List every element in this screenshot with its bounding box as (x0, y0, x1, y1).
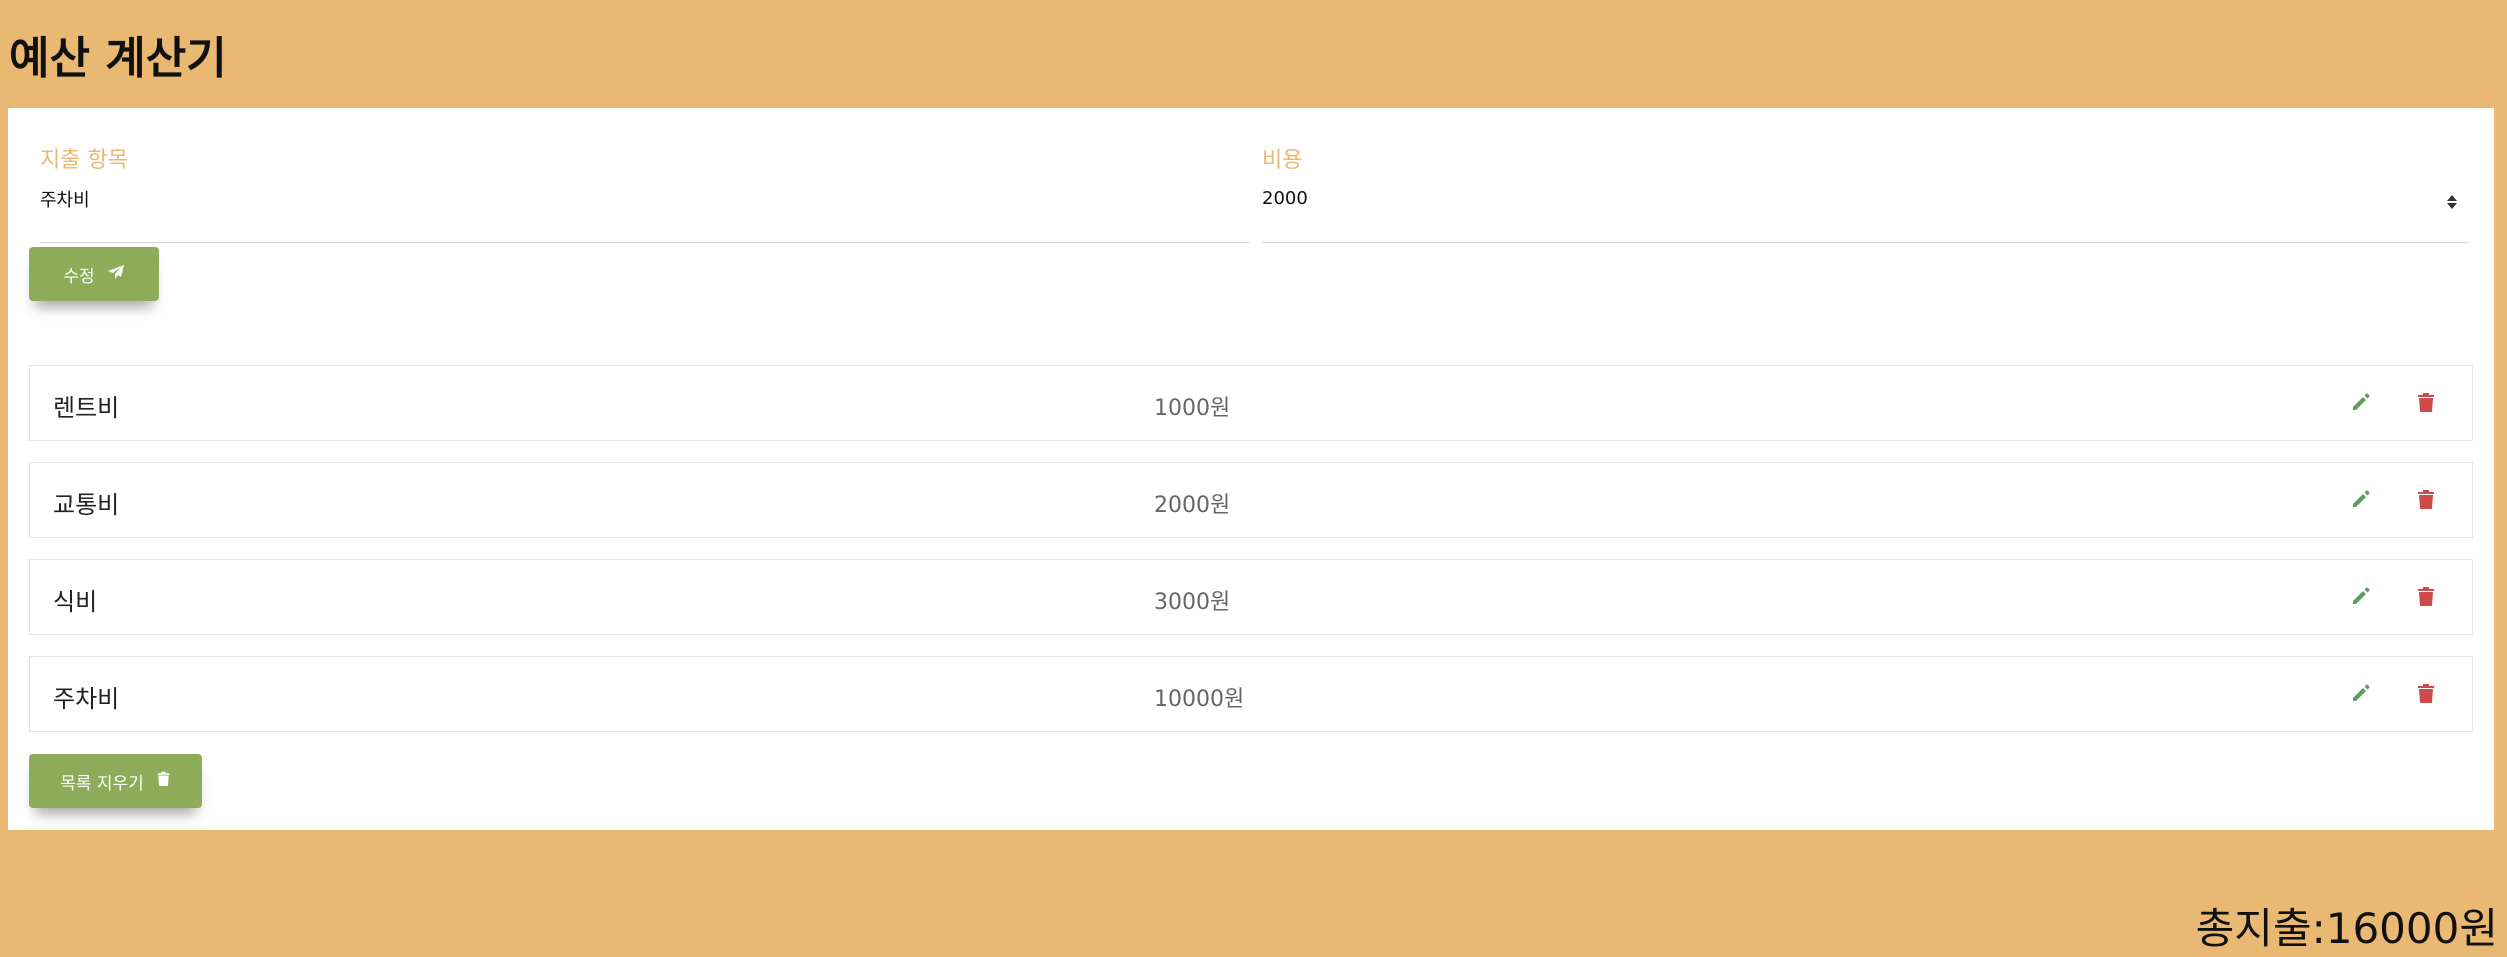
cost-spinner[interactable] (2445, 191, 2459, 213)
expense-name: 식비 (53, 588, 98, 616)
delete-item-button[interactable] (2410, 582, 2442, 614)
trash-icon (2416, 682, 2436, 708)
expense-amount: 3000원 (1154, 590, 1231, 615)
expense-list: 렌트비 1000원 교통비 2000원 식비 3000원 주차비 10000원 (29, 365, 2473, 753)
delete-item-button[interactable] (2410, 388, 2442, 420)
edit-item-button[interactable] (2345, 388, 2377, 420)
trash-icon (2416, 391, 2436, 417)
expense-name: 렌트비 (53, 394, 120, 422)
spinner-up-icon[interactable] (2447, 195, 2457, 201)
edit-item-button[interactable] (2345, 485, 2377, 517)
expense-amount: 2000원 (1154, 493, 1231, 518)
total-expense: 총지출:16000원 (2195, 904, 2498, 953)
expense-name: 주차비 (53, 685, 120, 713)
expense-input[interactable] (40, 183, 1249, 243)
expense-field-label: 지출 항목 (40, 148, 128, 173)
edit-item-button[interactable] (2345, 679, 2377, 711)
paper-plane-icon (107, 264, 125, 285)
cost-input[interactable] (1262, 183, 2469, 243)
spinner-down-icon[interactable] (2447, 203, 2457, 209)
expense-list-item: 주차비 10000원 (29, 656, 2473, 732)
pencil-icon (2350, 488, 2372, 514)
delete-item-button[interactable] (2410, 485, 2442, 517)
cost-field-label: 비용 (1262, 148, 1303, 173)
app-title: 예산 계산기 (9, 33, 227, 84)
expense-list-item: 교통비 2000원 (29, 462, 2473, 538)
pencil-icon (2350, 391, 2372, 417)
clear-list-label: 목록 지우기 (60, 773, 144, 794)
submit-edit-button[interactable]: 수정 (29, 247, 159, 301)
submit-edit-label: 수정 (63, 266, 95, 287)
trash-icon (2416, 585, 2436, 611)
budget-panel: 지출 항목 비용 수정 렌트비 1000원 (8, 108, 2494, 830)
expense-amount: 10000원 (1154, 687, 1245, 712)
expense-amount: 1000원 (1154, 396, 1231, 421)
trash-icon (156, 770, 171, 792)
expense-list-item: 식비 3000원 (29, 559, 2473, 635)
trash-icon (2416, 488, 2436, 514)
pencil-icon (2350, 585, 2372, 611)
clear-list-button[interactable]: 목록 지우기 (29, 754, 202, 808)
delete-item-button[interactable] (2410, 679, 2442, 711)
pencil-icon (2350, 682, 2372, 708)
expense-name: 교통비 (53, 491, 120, 519)
edit-item-button[interactable] (2345, 582, 2377, 614)
expense-list-item: 렌트비 1000원 (29, 365, 2473, 441)
